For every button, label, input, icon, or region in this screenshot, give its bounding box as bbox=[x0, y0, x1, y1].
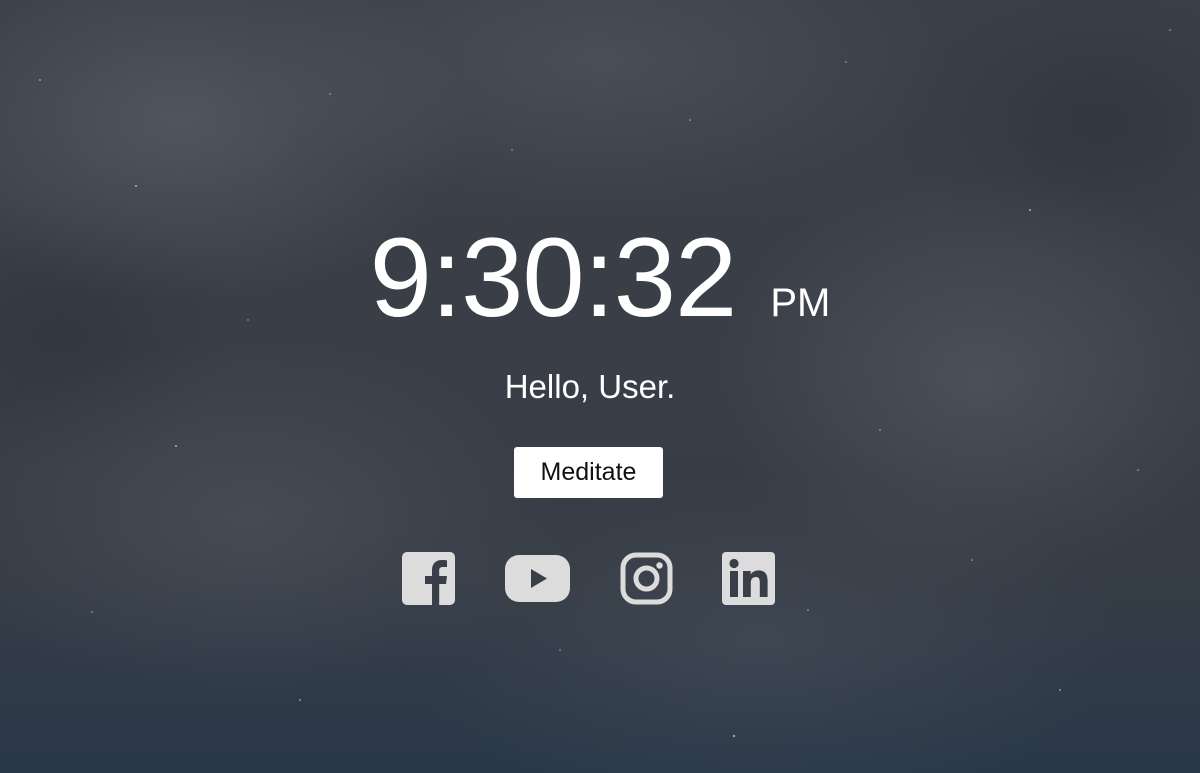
clock-ampm: PM bbox=[770, 281, 831, 325]
facebook-link[interactable] bbox=[402, 552, 455, 605]
start-page: 9:30:32 PM Hello, User. Meditate bbox=[0, 0, 1200, 773]
meditate-button[interactable]: Meditate bbox=[514, 447, 663, 498]
youtube-icon bbox=[505, 555, 570, 602]
youtube-link[interactable] bbox=[505, 552, 570, 605]
linkedin-icon bbox=[722, 552, 775, 605]
clock-time: 9:30:32 bbox=[369, 215, 738, 340]
facebook-icon bbox=[402, 552, 455, 605]
linkedin-link[interactable] bbox=[722, 552, 775, 605]
instagram-link[interactable] bbox=[620, 552, 673, 605]
clock: 9:30:32 PM bbox=[0, 222, 1200, 334]
instagram-icon bbox=[620, 552, 673, 605]
greeting: Hello, User. bbox=[504, 368, 676, 405]
